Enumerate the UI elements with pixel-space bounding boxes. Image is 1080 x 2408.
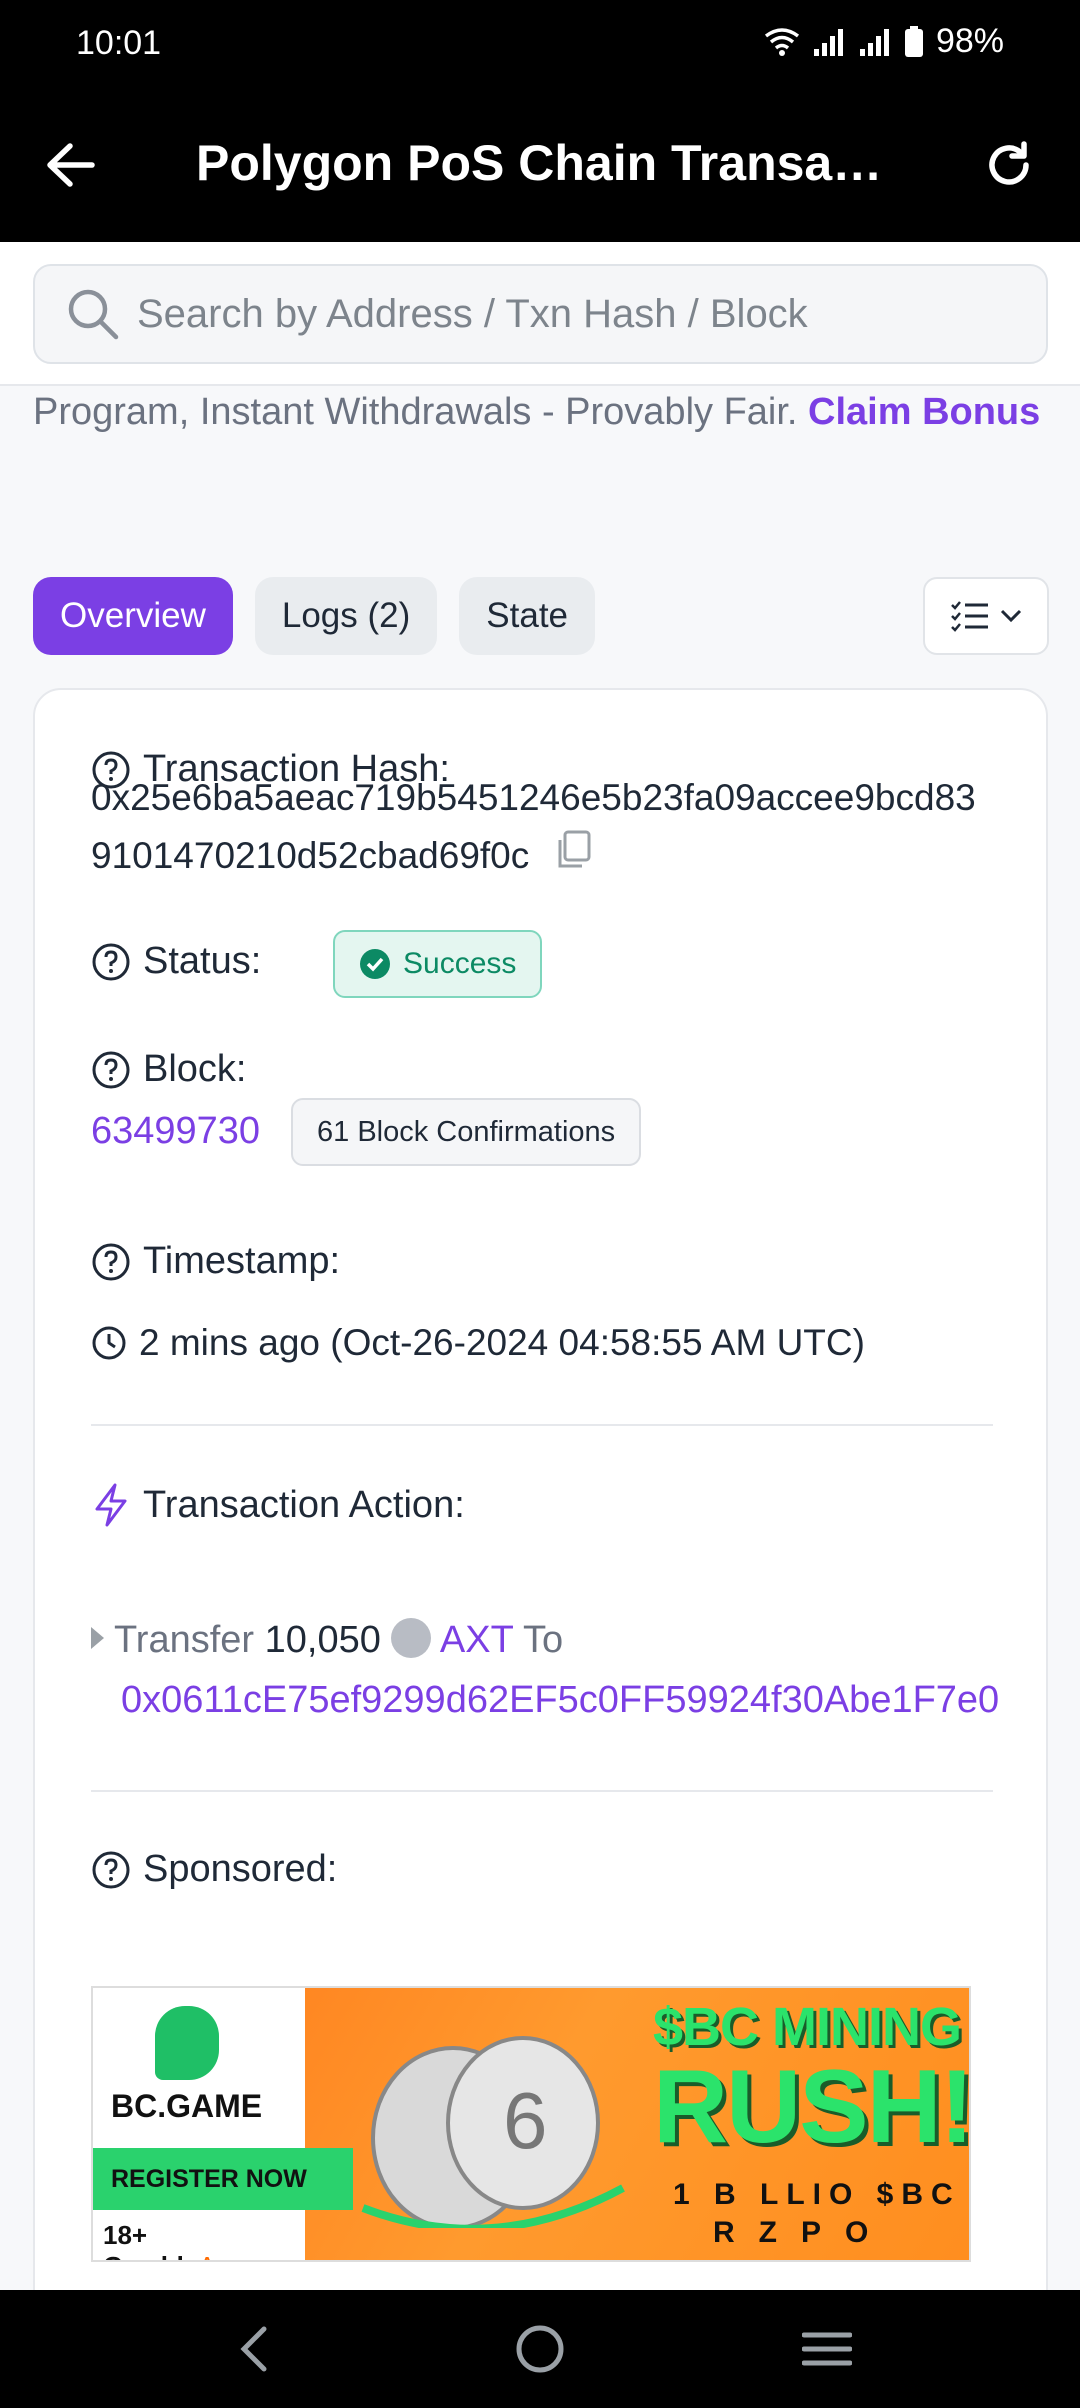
- ad-subline-1: 1 B LLIO $BC: [673, 2178, 961, 2211]
- ad-subline-2: RZPO: [713, 2216, 893, 2249]
- app-bar: Polygon PoS Chain Transactio...: [0, 90, 1080, 242]
- search-icon: [65, 286, 121, 342]
- expand-caret-icon[interactable]: [91, 1626, 104, 1649]
- status-time: 10:01: [76, 24, 162, 62]
- sponsored-label: Sponsored:: [91, 1848, 337, 1891]
- status-icons: 98%: [764, 22, 1004, 61]
- menu-lines-icon: [801, 2332, 852, 2366]
- arrow-left-icon: [47, 143, 95, 187]
- action-label-text: Transaction Action:: [143, 1483, 465, 1526]
- lightning-icon: [95, 1483, 127, 1527]
- question-circle-icon[interactable]: [91, 1050, 131, 1090]
- ad-age: 18+: [103, 2220, 148, 2250]
- block-confirmations-badge: 61 Block Confirmations: [291, 1098, 642, 1166]
- ad-headline-2: RUSH!: [653, 2049, 971, 2165]
- timestamp-text: 2 mins ago (Oct-26-2024 04:58:55 AM UTC): [139, 1322, 865, 1363]
- action-to: To: [523, 1619, 564, 1661]
- system-nav-bar: [0, 2290, 1080, 2408]
- battery-icon: [904, 25, 923, 57]
- sponsored-label-text: Sponsored:: [143, 1848, 338, 1890]
- action-amount: 10,050: [264, 1619, 381, 1661]
- nav-recents-button[interactable]: [782, 2314, 872, 2384]
- copy-icon[interactable]: [554, 829, 592, 887]
- question-circle-icon[interactable]: [91, 1242, 131, 1282]
- ad-brand: BC.GAME: [111, 2088, 263, 2124]
- coins-illustration-icon: 6: [361, 2036, 625, 2228]
- timestamp-value: 2 mins ago (Oct-26-2024 04:58:55 AM UTC): [91, 1322, 865, 1364]
- overview-card: Transaction Hash: 0x25e6ba5aeac719b54512…: [33, 688, 1048, 2290]
- tab-options-button[interactable]: [923, 577, 1049, 655]
- tab-logs[interactable]: Logs (2): [254, 577, 438, 655]
- clock-icon: [92, 1326, 126, 1360]
- divider: [91, 1424, 993, 1426]
- hash-text: 0x25e6ba5aeac719b5451246e5b23fa09accee9b…: [91, 777, 976, 876]
- nav-back-button[interactable]: [208, 2314, 298, 2384]
- recipient-address-link[interactable]: 0x0611cE75ef9299d62EF5c0FF59924f30Abe1F7…: [91, 1670, 1011, 1730]
- promo-text: Program, Instant Withdrawals - Provably …: [33, 391, 809, 433]
- page-title: Polygon PoS Chain Transactio...: [196, 135, 896, 191]
- question-circle-icon[interactable]: [91, 942, 131, 982]
- bc-game-logo-icon: [155, 2006, 219, 2080]
- check-circle-icon: [360, 949, 390, 979]
- ad-gamble: Gamble: [103, 2251, 198, 2260]
- list-check-icon: [951, 601, 988, 632]
- tab-overview[interactable]: Overview: [33, 577, 233, 655]
- signal-icon: [813, 28, 843, 56]
- status-bar: 10:01 98%: [0, 0, 1080, 90]
- block-number-link[interactable]: 63499730: [91, 1110, 260, 1153]
- status-label: Status:: [91, 940, 261, 983]
- home-circle-icon: [516, 2325, 564, 2373]
- sponsored-ad-banner[interactable]: BC.GAME 18+ GambleAware REGISTER NOW 6 $…: [91, 1986, 971, 2262]
- ad-register-button[interactable]: REGISTER NOW: [93, 2148, 353, 2210]
- search-input[interactable]: [137, 291, 1017, 337]
- page-content: Program, Instant Withdrawals - Provably …: [0, 242, 1080, 2290]
- svg-text:6: 6: [503, 2076, 548, 2165]
- search-bar: [0, 242, 1080, 386]
- hash-value: 0x25e6ba5aeac719b5451246e5b23fa09accee9b…: [91, 769, 991, 887]
- chevron-down-icon: [1000, 609, 1022, 623]
- wifi-icon: [764, 27, 799, 56]
- timestamp-label: Timestamp:: [91, 1240, 340, 1283]
- transaction-action: Transfer 10,050 AXT To 0x0611cE75ef9299d…: [91, 1610, 1011, 1730]
- back-button[interactable]: [36, 130, 106, 200]
- battery-level: 98%: [935, 22, 1004, 60]
- reload-icon: [989, 141, 1029, 185]
- block-label-text: Block:: [143, 1048, 247, 1090]
- action-label: Transaction Action:: [91, 1483, 465, 1527]
- timestamp-label-text: Timestamp:: [143, 1240, 341, 1282]
- status-badge: Success: [333, 930, 543, 998]
- ad-aware: Aware: [198, 2251, 271, 2260]
- promo-banner: Program, Instant Withdrawals - Provably …: [33, 382, 1043, 442]
- claim-bonus-link[interactable]: Claim Bonus: [808, 391, 1040, 433]
- nav-home-button[interactable]: [495, 2314, 585, 2384]
- tab-bar: Overview Logs (2) State: [33, 577, 596, 655]
- reload-button[interactable]: [974, 130, 1044, 200]
- question-circle-icon[interactable]: [91, 1850, 131, 1890]
- signal-icon-2: [859, 28, 889, 56]
- tab-state[interactable]: State: [459, 577, 596, 655]
- search-box[interactable]: [33, 264, 1048, 364]
- status-value: Success: [403, 947, 517, 980]
- token-link[interactable]: AXT: [440, 1619, 513, 1661]
- status-label-text: Status:: [143, 940, 262, 982]
- token-icon: [391, 1617, 432, 1658]
- ad-age-notice: 18+ GambleAware: [103, 2220, 305, 2260]
- ad-brand-panel: BC.GAME 18+ GambleAware: [93, 1988, 305, 2260]
- chevron-left-icon: [240, 2326, 267, 2372]
- action-transfer: Transfer: [114, 1619, 255, 1661]
- divider: [91, 1790, 993, 1792]
- block-label: Block:: [91, 1048, 246, 1091]
